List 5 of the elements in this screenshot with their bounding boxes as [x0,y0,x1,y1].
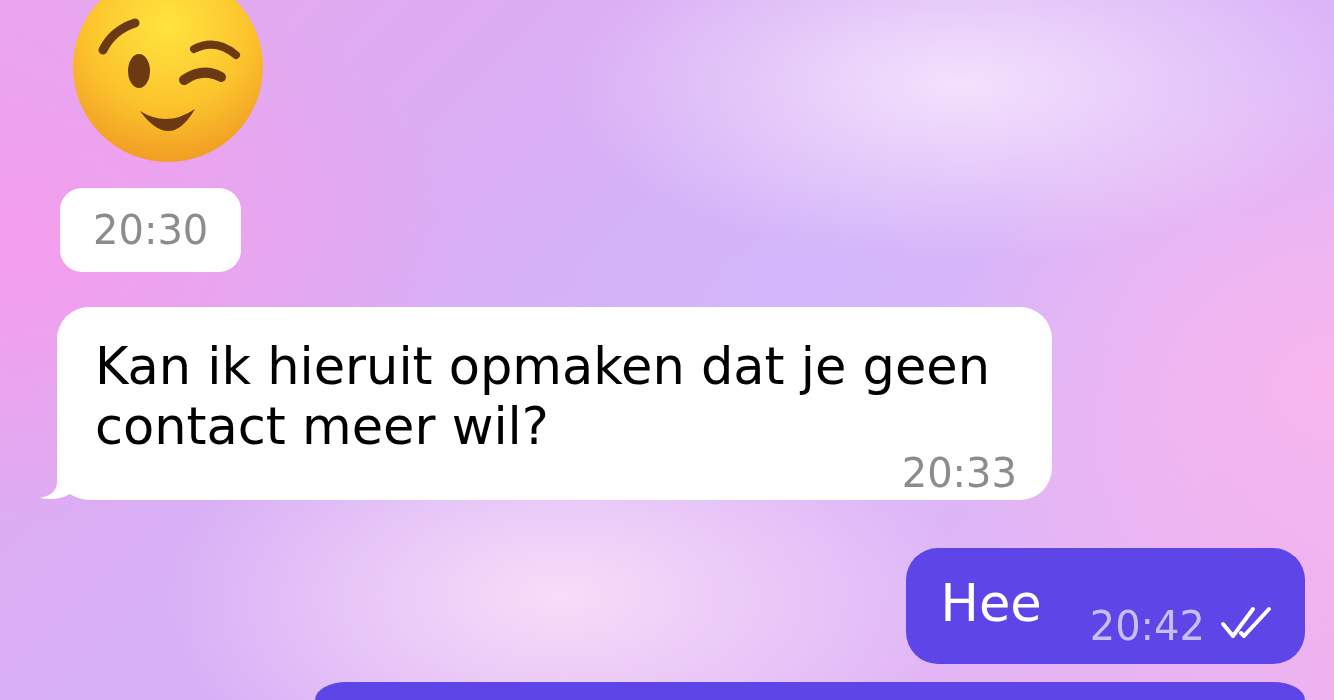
message-time: 20:42 [1089,603,1205,649]
message-time: 20:33 [901,457,1017,489]
message-time: 20:30 [60,188,242,272]
message-text: Kan ik hieruit opmaken dat je geen contact meer wil? [95,337,991,456]
message-text: Hee [940,573,1042,635]
